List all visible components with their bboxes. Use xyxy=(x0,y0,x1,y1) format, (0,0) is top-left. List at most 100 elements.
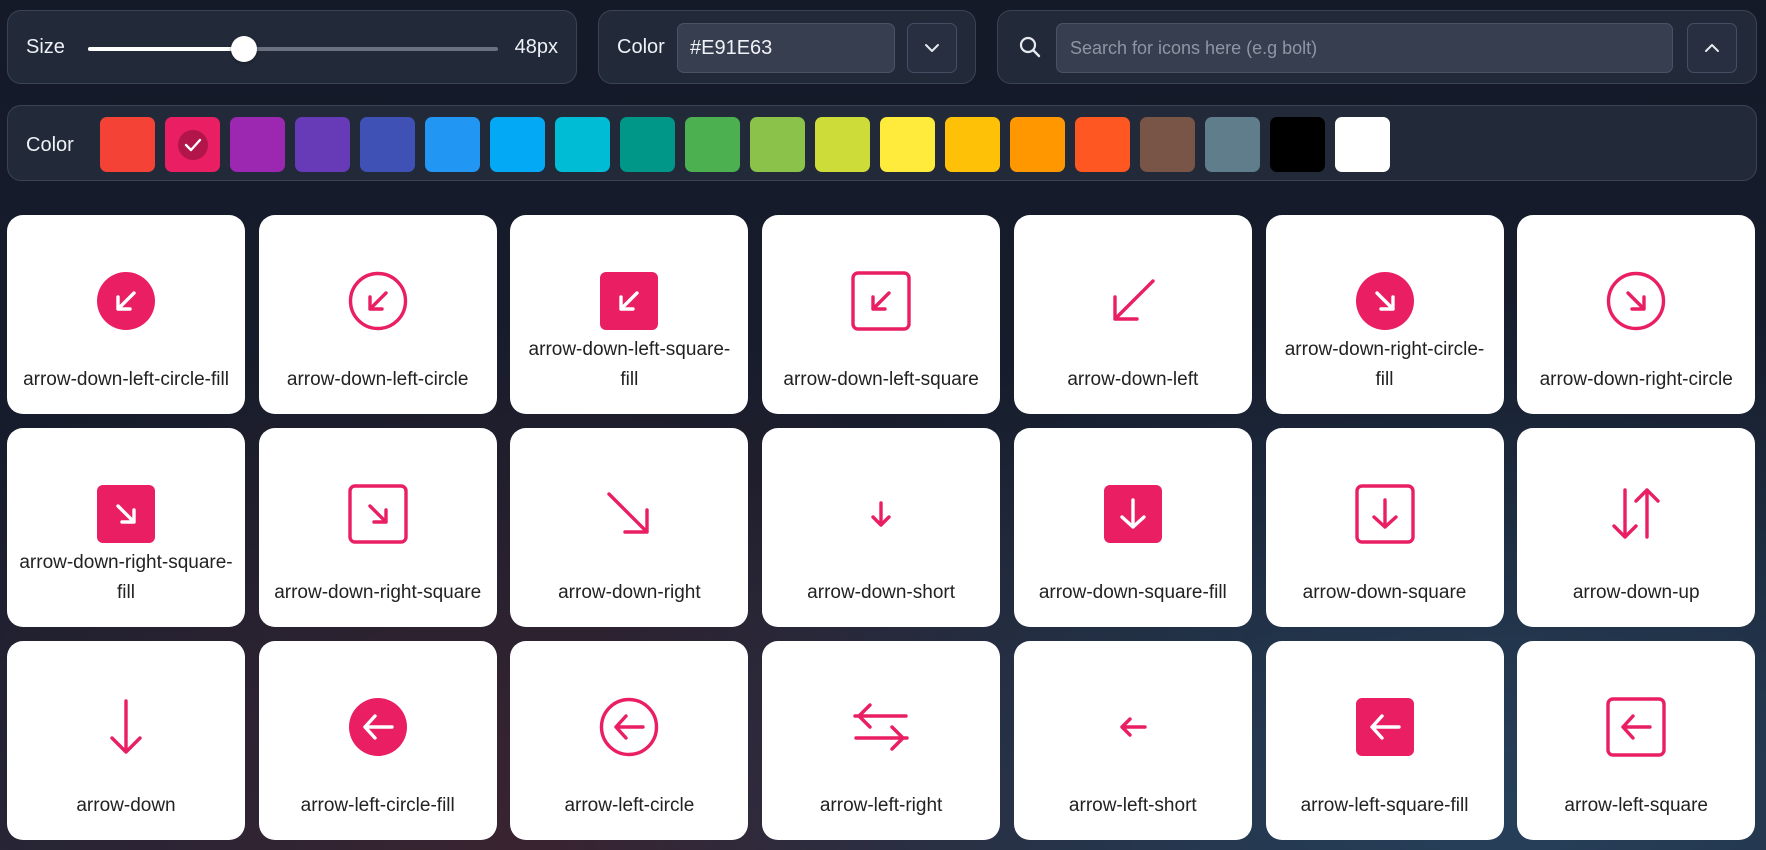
icon-name: arrow-left-circle xyxy=(512,791,746,821)
color-swatch[interactable] xyxy=(425,117,480,172)
chevron-up-icon xyxy=(1705,44,1719,52)
size-control-panel: Size 48px xyxy=(7,10,577,84)
icon-name: arrow-down-right-circle-fill xyxy=(1268,335,1502,395)
icon-card[interactable]: arrow-down-square-fill xyxy=(1013,428,1252,627)
icon-name-line: arrow-left-short xyxy=(1068,795,1197,816)
arrow-left-right-icon xyxy=(853,703,909,751)
color-swatch[interactable] xyxy=(555,117,610,172)
icon-card[interactable]: arrow-down-left-circle-fill xyxy=(7,215,245,414)
arrow-down-left-icon xyxy=(1113,279,1155,321)
arrow-down-short-icon xyxy=(871,501,891,527)
search-icon xyxy=(1019,36,1041,58)
icon-card[interactable]: arrow-down-left-circle xyxy=(258,215,497,414)
color-swatch[interactable] xyxy=(685,117,740,172)
icon-card[interactable]: arrow-down xyxy=(7,641,245,840)
icon-card[interactable]: arrow-down-square xyxy=(1265,428,1504,627)
arrow-down-right-circle-icon xyxy=(1606,271,1666,331)
search-input[interactable] xyxy=(1056,23,1673,73)
icon-card[interactable]: arrow-down-up xyxy=(1517,428,1756,627)
arrow-left-circle-icon xyxy=(600,697,659,757)
icon-name-line: arrow-left-square-fill xyxy=(1300,795,1469,816)
icon-name-line: arrow-down-right-square- xyxy=(19,552,233,573)
color-swatch[interactable] xyxy=(945,117,1000,172)
color-swatch[interactable] xyxy=(880,117,935,172)
size-label: Size xyxy=(26,36,65,58)
icon-card[interactable]: arrow-left-square-fill xyxy=(1265,641,1504,840)
icon-name: arrow-down-right xyxy=(512,578,746,608)
icon-name: arrow-left-circle-fill xyxy=(261,791,495,821)
arrow-left-short-icon xyxy=(1120,717,1147,737)
icon-card[interactable]: arrow-down-right-square xyxy=(258,428,497,627)
icon-card[interactable]: arrow-down-short xyxy=(762,428,1001,627)
size-slider[interactable] xyxy=(88,36,498,62)
color-swatch[interactable] xyxy=(490,117,545,172)
icon-name: arrow-down-square xyxy=(1268,578,1502,608)
arrow-down-up-icon xyxy=(1612,488,1660,539)
color-dropdown-button[interactable] xyxy=(907,23,957,73)
icon-card[interactable]: arrow-down-right-circle-fill xyxy=(1265,215,1504,414)
arrow-down-left-circle-fill-icon xyxy=(97,272,155,330)
color-swatch[interactable] xyxy=(1075,117,1130,172)
color-swatch[interactable] xyxy=(1335,117,1390,172)
arrow-down-right-square-icon xyxy=(347,484,408,544)
color-label: Color xyxy=(617,36,665,58)
arrow-left-circle-fill-icon xyxy=(348,698,407,756)
arrow-down-left-square-icon xyxy=(851,271,911,331)
color-swatch[interactable] xyxy=(815,117,870,172)
icon-name-line: arrow-left-right xyxy=(819,795,943,816)
icon-name: arrow-down-left-circle xyxy=(261,365,495,395)
icon-name: arrow-down-left-square xyxy=(764,365,998,395)
color-swatch[interactable] xyxy=(100,117,155,172)
icon-card[interactable]: arrow-down-left-square-fill xyxy=(510,215,749,414)
icon-name-line: arrow-down-right-circle- xyxy=(1284,339,1485,360)
icon-name-line: arrow-left-square xyxy=(1564,795,1708,816)
icon-name-line: arrow-down-left-square xyxy=(783,369,979,390)
icon-name: arrow-down-left-circle-fill xyxy=(9,365,243,395)
arrow-down-right-square-fill-icon xyxy=(97,485,155,543)
icon-name-line: arrow-down-square xyxy=(1302,582,1467,603)
color-swatch[interactable] xyxy=(750,117,805,172)
icon-card[interactable]: arrow-left-square xyxy=(1517,641,1756,840)
icon-name: arrow-left-square-fill xyxy=(1268,791,1502,821)
size-slider-thumb[interactable] xyxy=(230,36,257,62)
icon-card[interactable]: arrow-down-left-square xyxy=(762,215,1001,414)
icon-name-line: arrow-down-left-circle xyxy=(286,369,469,390)
color-hex-input[interactable] xyxy=(677,23,895,73)
color-swatch[interactable] xyxy=(1140,117,1195,172)
search-panel xyxy=(997,10,1757,84)
icon-name-line: arrow-down-right-square xyxy=(274,582,482,603)
color-swatch[interactable] xyxy=(1270,117,1325,172)
icon-name-line: arrow-left-circle xyxy=(564,795,695,816)
color-swatch[interactable] xyxy=(230,117,285,172)
collapse-button[interactable] xyxy=(1687,23,1737,73)
arrow-down-square-icon xyxy=(1354,484,1415,544)
icon-card[interactable]: arrow-left-right xyxy=(762,641,1001,840)
icon-card[interactable]: arrow-left-circle xyxy=(510,641,749,840)
icon-card[interactable]: arrow-left-circle-fill xyxy=(258,641,497,840)
color-swatch[interactable] xyxy=(165,117,220,172)
icon-name: arrow-down-square-fill xyxy=(1016,578,1250,608)
color-palette: Color xyxy=(7,105,1757,181)
color-swatch[interactable] xyxy=(620,117,675,172)
size-slider-fill xyxy=(88,47,244,51)
icon-card[interactable]: arrow-left-short xyxy=(1013,641,1252,840)
icon-name: arrow-left-right xyxy=(764,791,998,821)
icon-card[interactable]: arrow-down-left xyxy=(1013,215,1252,414)
icon-name-line: arrow-down-right xyxy=(558,582,701,603)
icon-card[interactable]: arrow-down-right-square-fill xyxy=(7,428,245,627)
icon-card[interactable]: arrow-down-right xyxy=(510,428,749,627)
chevron-down-icon xyxy=(925,44,939,52)
icon-name-line: fill xyxy=(117,582,135,603)
icon-name: arrow-down-left xyxy=(1016,365,1250,395)
icon-card[interactable]: arrow-down-right-circle xyxy=(1517,215,1756,414)
color-swatch[interactable] xyxy=(360,117,415,172)
color-swatch[interactable] xyxy=(1010,117,1065,172)
icon-name-line: arrow-down xyxy=(76,795,176,816)
icon-name-line: fill xyxy=(1375,369,1394,390)
icon-name-line: arrow-down-square-fill xyxy=(1038,582,1227,603)
color-swatch[interactable] xyxy=(1205,117,1260,172)
arrow-left-square-fill-icon xyxy=(1355,698,1414,756)
color-swatch[interactable] xyxy=(295,117,350,172)
arrow-down-left-square-fill-icon xyxy=(600,272,659,330)
icon-name-line: arrow-down-left-square- xyxy=(528,339,731,360)
